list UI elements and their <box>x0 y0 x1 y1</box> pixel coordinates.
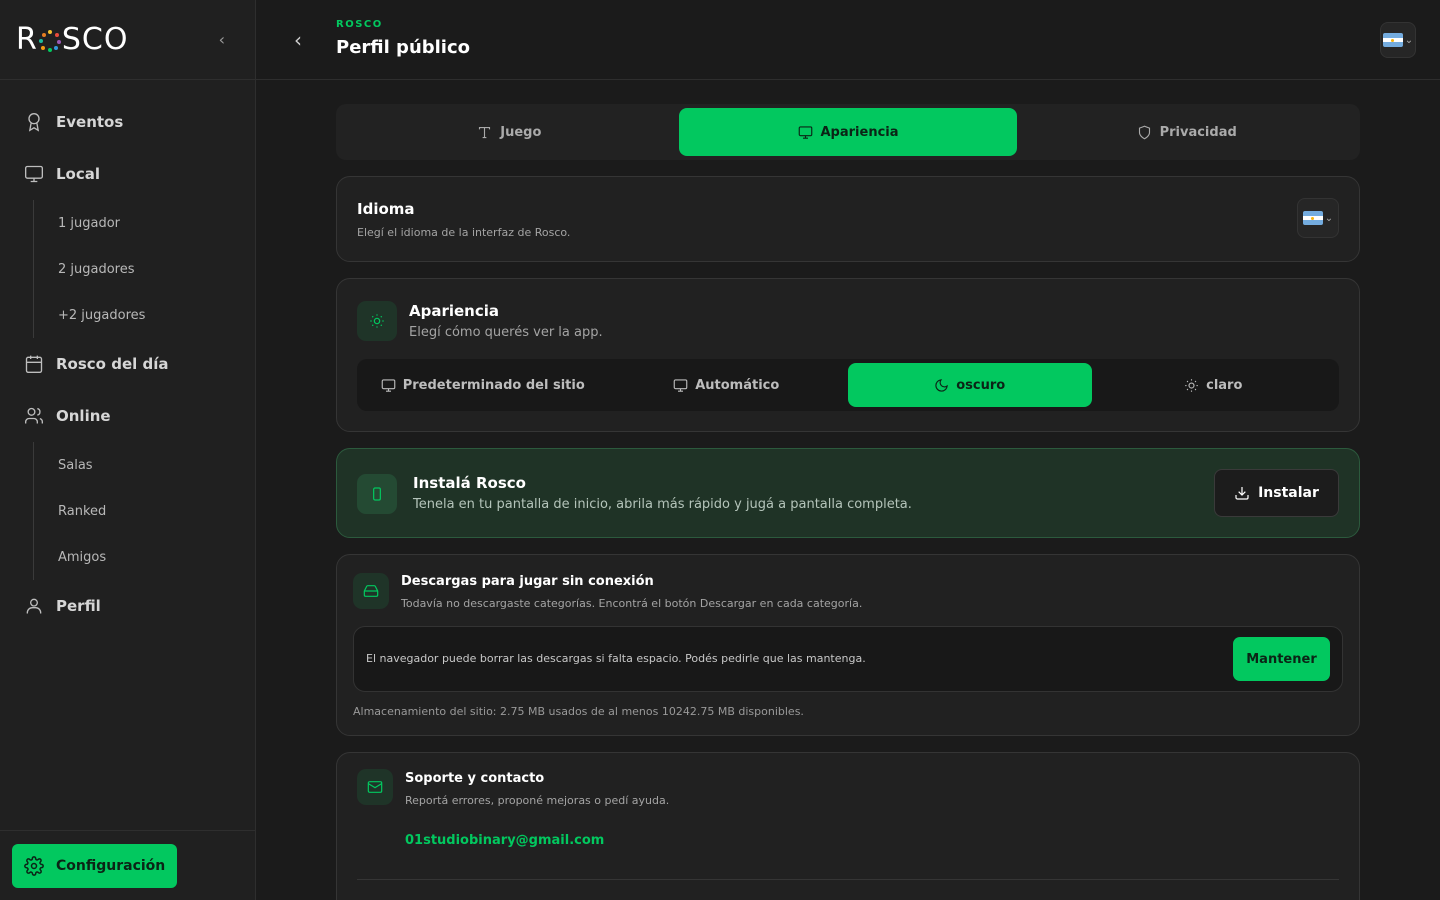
sidebar-item-label: Perfil <box>56 597 101 615</box>
online-submenu: Salas Ranked Amigos <box>33 442 255 580</box>
local-submenu: 1 jugador 2 jugadores +2 jugadores <box>33 200 255 338</box>
gear-icon <box>24 856 44 876</box>
logo-dots <box>38 29 61 52</box>
sun-icon <box>1185 378 1198 392</box>
rosco-logo[interactable]: R SCO <box>16 22 128 57</box>
theme-option-predeterminado[interactable]: Predeterminado del sitio <box>361 363 605 407</box>
instalar-label: Instalar <box>1258 485 1319 501</box>
tab-label: Juego <box>500 124 542 140</box>
sidebar-item-2-jugadores[interactable]: 2 jugadores <box>34 246 255 292</box>
support-email-link[interactable]: 01studiobinary@gmail.com <box>405 833 604 848</box>
shield-icon <box>1138 125 1150 139</box>
monitor-icon <box>673 378 688 392</box>
theme-selector: Predeterminado del sitio Automático oscu… <box>357 359 1339 411</box>
theme-option-label: Automático <box>695 377 780 393</box>
language-selector[interactable]: ⌄ <box>1380 22 1416 58</box>
apariencia-card: Apariencia Elegí cómo querés ver la app.… <box>336 278 1360 432</box>
moon-icon <box>935 378 949 392</box>
hard-drive-icon <box>353 573 389 609</box>
tab-apariencia[interactable]: Apariencia <box>678 108 1018 156</box>
download-icon <box>1235 487 1249 500</box>
mantener-button[interactable]: Mantener <box>1233 637 1330 681</box>
settings-tabs: Juego Apariencia Privacidad <box>336 104 1360 160</box>
downloads-card: Descargas para jugar sin conexión Todaví… <box>336 554 1360 736</box>
sidebar-item-eventos[interactable]: Eventos <box>0 96 255 148</box>
logo-text-left: R <box>16 22 38 57</box>
type-icon <box>479 126 491 138</box>
sidebar-item-salas[interactable]: Salas <box>34 442 255 488</box>
collapse-sidebar-icon[interactable]: ‹ <box>219 30 225 49</box>
sidebar-nav: Eventos Local 1 jugador 2 jugadores +2 j… <box>0 80 255 632</box>
topbar: ‹ ROSCO Perfil público ⌄ <box>256 0 1440 80</box>
sidebar-item-1-jugador[interactable]: 1 jugador <box>34 200 255 246</box>
theme-option-automatico[interactable]: Automático <box>605 363 849 407</box>
sidebar-item-online[interactable]: Online <box>0 390 255 442</box>
sidebar-footer: Configuración <box>0 830 255 900</box>
award-icon <box>28 113 40 132</box>
calendar-icon <box>25 355 43 373</box>
theme-option-oscuro[interactable]: oscuro <box>848 363 1092 407</box>
apariencia-title: Apariencia <box>409 302 500 320</box>
argentina-flag-icon <box>1302 211 1323 225</box>
logo-text-right: SCO <box>61 22 129 57</box>
instalar-button[interactable]: Instalar <box>1214 469 1339 517</box>
downloads-title: Descargas para jugar sin conexión <box>401 574 654 589</box>
tab-juego[interactable]: Juego <box>340 108 679 156</box>
sidebar-item-label: Eventos <box>56 113 124 131</box>
configuracion-label: Configuración <box>56 858 166 874</box>
settings-main: Juego Apariencia Privacidad Idioma Elegí… <box>336 104 1360 900</box>
support-title: Soporte y contacto <box>405 771 545 786</box>
sidebar-item-local[interactable]: Local <box>0 148 255 200</box>
sidebar-item-label: Rosco del día <box>56 355 169 373</box>
user-icon <box>26 598 42 614</box>
sidebar-item-mas-2-jugadores[interactable]: +2 jugadores <box>34 292 255 338</box>
monitor-icon <box>25 165 43 183</box>
chevron-down-icon: ⌄ <box>1404 34 1414 46</box>
divider <box>357 879 1339 880</box>
monitor-icon <box>381 378 396 392</box>
downloads-subtitle: Todavía no descargaste categorías. Encon… <box>401 597 863 610</box>
theme-option-label: claro <box>1206 377 1243 393</box>
sidebar-item-amigos[interactable]: Amigos <box>34 534 255 580</box>
smartphone-icon <box>357 474 397 514</box>
sidebar-item-ranked[interactable]: Ranked <box>34 488 255 534</box>
tab-label: Privacidad <box>1159 124 1237 140</box>
sidebar-item-rosco-del-dia[interactable]: Rosco del día <box>0 338 255 390</box>
theme-option-label: oscuro <box>956 377 1006 393</box>
mail-icon <box>357 769 393 805</box>
chevron-down-icon: ⌄ <box>1324 212 1334 224</box>
sidebar: R SCO ‹ Eventos Local 1 jugador 2 jugado… <box>0 0 256 900</box>
install-title: Instalá Rosco <box>413 474 526 492</box>
page-title: Perfil público <box>336 37 471 58</box>
configuracion-button[interactable]: Configuración <box>12 844 177 888</box>
idioma-card: Idioma Elegí el idioma de la interfaz de… <box>336 176 1360 262</box>
tab-label: Apariencia <box>820 124 899 140</box>
monitor-icon <box>798 125 812 139</box>
breadcrumb[interactable]: ROSCO <box>336 19 383 30</box>
storage-usage-text: Almacenamiento del sitio: 2.75 MB usados… <box>353 705 804 718</box>
sun-icon <box>357 301 397 341</box>
apariencia-subtitle: Elegí cómo querés ver la app. <box>409 325 603 340</box>
idioma-title: Idioma <box>357 200 415 218</box>
sidebar-item-perfil[interactable]: Perfil <box>0 580 255 632</box>
logo-row: R SCO ‹ <box>0 0 255 80</box>
idioma-subtitle: Elegí el idioma de la interfaz de Rosco. <box>357 226 571 239</box>
support-card: Soporte y contacto Reportá errores, prop… <box>336 752 1360 900</box>
install-subtitle: Tenela en tu pantalla de inicio, abrila … <box>413 497 912 512</box>
install-card: Instalá Rosco Tenela en tu pantalla de i… <box>336 448 1360 538</box>
support-subtitle: Reportá errores, proponé mejoras o pedí … <box>405 794 670 807</box>
sidebar-item-label: Local <box>56 165 101 183</box>
users-icon <box>25 407 44 424</box>
theme-option-claro[interactable]: claro <box>1092 363 1336 407</box>
storage-notice: El navegador puede borrar las descargas … <box>353 626 1343 692</box>
idioma-selector[interactable]: ⌄ <box>1297 198 1339 238</box>
back-arrow-icon[interactable]: ‹ <box>294 28 302 52</box>
argentina-flag-icon <box>1382 33 1403 47</box>
sidebar-item-label: Online <box>56 407 111 425</box>
storage-notice-text: El navegador puede borrar las descargas … <box>366 652 866 665</box>
tab-privacidad[interactable]: Privacidad <box>1017 108 1356 156</box>
theme-option-label: Predeterminado del sitio <box>402 377 585 393</box>
